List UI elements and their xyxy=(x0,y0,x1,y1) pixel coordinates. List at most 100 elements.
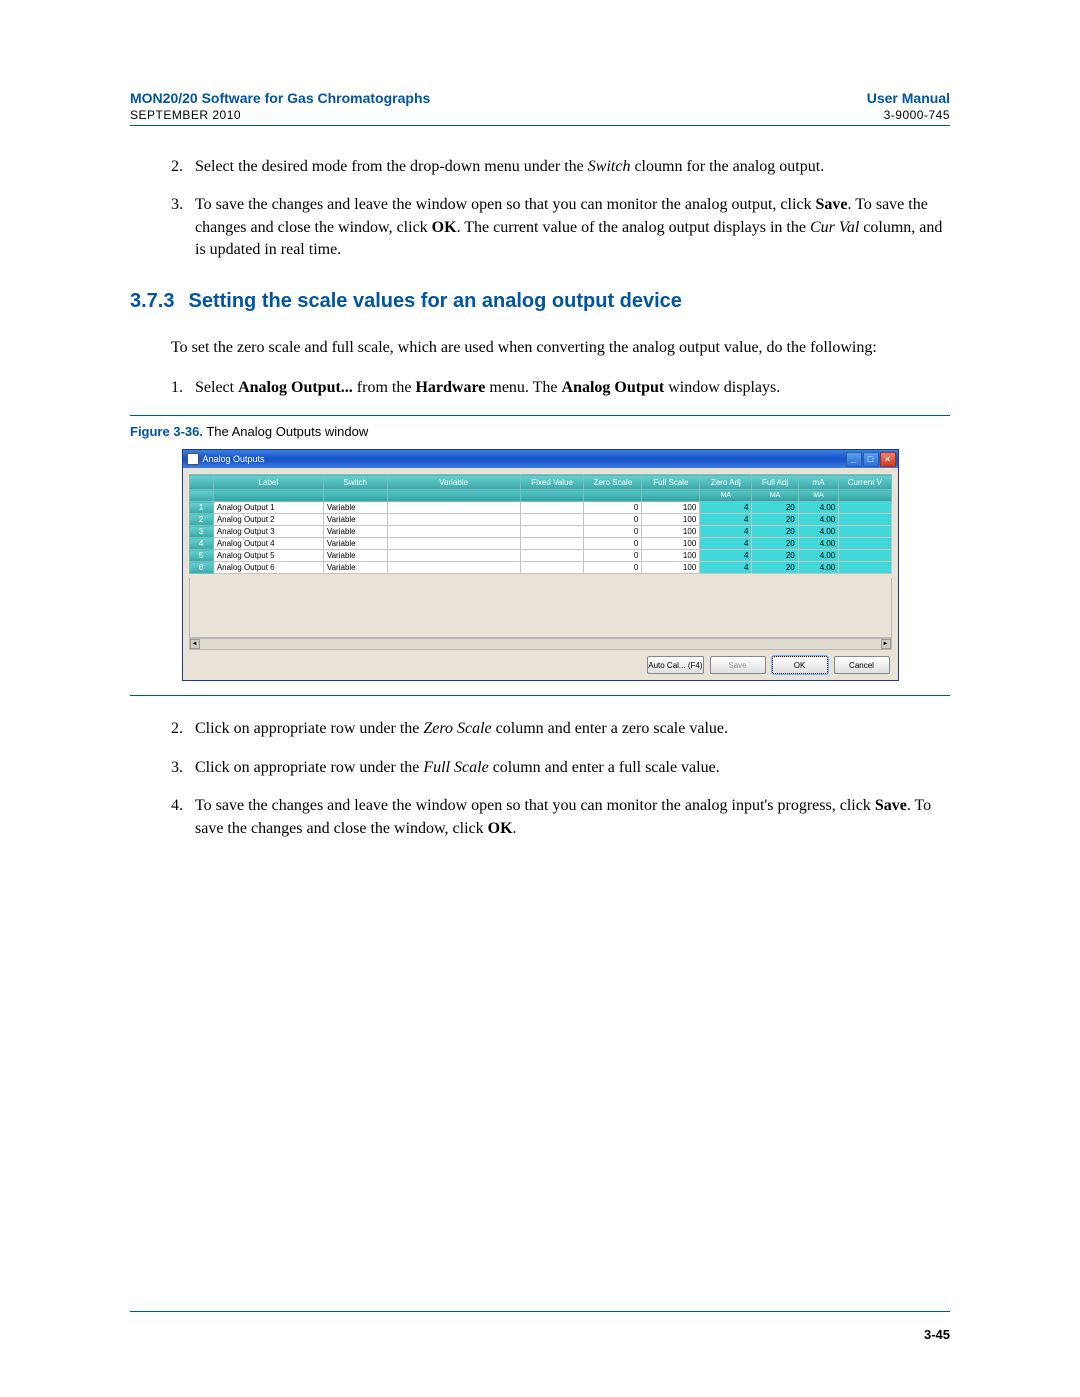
cell-ma[interactable]: 4.00 xyxy=(798,502,839,514)
cell-current[interactable] xyxy=(839,538,891,550)
col-ma[interactable]: mA xyxy=(798,475,839,490)
col-full-scale[interactable]: Full Scale xyxy=(642,475,700,490)
cell-switch[interactable]: Variable xyxy=(323,514,387,526)
section-intro: To set the zero scale and full scale, wh… xyxy=(171,337,950,359)
cell-switch[interactable]: Variable xyxy=(323,538,387,550)
maximize-icon[interactable]: □ xyxy=(863,452,879,467)
cell-zero-adj[interactable]: 4 xyxy=(700,562,752,574)
table-row[interactable]: 5Analog Output 5Variable 01004204.00 xyxy=(189,550,891,562)
close-icon[interactable]: × xyxy=(880,452,896,467)
cell-variable[interactable] xyxy=(387,550,520,562)
cancel-button[interactable]: Cancel xyxy=(834,656,890,674)
cell-zero-adj[interactable]: 4 xyxy=(700,526,752,538)
cell-fixed[interactable] xyxy=(520,502,584,514)
cell-full-scale[interactable]: 100 xyxy=(642,502,700,514)
cell-zero-scale[interactable]: 0 xyxy=(584,502,642,514)
cell-zero-adj[interactable]: 4 xyxy=(700,550,752,562)
cell-full-scale[interactable]: 100 xyxy=(642,562,700,574)
cell-zero-scale[interactable]: 0 xyxy=(584,538,642,550)
cell-fixed[interactable] xyxy=(520,526,584,538)
cell-current[interactable] xyxy=(839,550,891,562)
cell-zero-scale[interactable]: 0 xyxy=(584,562,642,574)
col-fixed-value[interactable]: Fixed Value xyxy=(520,475,584,490)
row-number[interactable]: 6 xyxy=(189,562,213,574)
cell-switch[interactable]: Variable xyxy=(323,502,387,514)
cell-ma[interactable]: 4.00 xyxy=(798,550,839,562)
cell-full-adj[interactable]: 20 xyxy=(752,514,798,526)
cell-fixed[interactable] xyxy=(520,514,584,526)
cell-label[interactable]: Analog Output 6 xyxy=(213,562,323,574)
cell-zero-adj[interactable]: 4 xyxy=(700,514,752,526)
cell-full-adj[interactable]: 20 xyxy=(752,562,798,574)
cell-variable[interactable] xyxy=(387,562,520,574)
window-titlebar[interactable]: Analog Outputs _ □ × xyxy=(183,450,898,468)
col-rownum[interactable] xyxy=(189,475,213,490)
cell-zero-adj[interactable]: 4 xyxy=(700,538,752,550)
scroll-left-icon[interactable]: ◄ xyxy=(190,639,200,649)
cell-full-scale[interactable]: 100 xyxy=(642,514,700,526)
table-row[interactable]: 1Analog Output 1Variable 01004204.00 xyxy=(189,502,891,514)
row-number[interactable]: 2 xyxy=(189,514,213,526)
col-switch[interactable]: Switch xyxy=(323,475,387,490)
cell-label[interactable]: Analog Output 4 xyxy=(213,538,323,550)
cell-variable[interactable] xyxy=(387,514,520,526)
cell-ma[interactable]: 4.00 xyxy=(798,514,839,526)
cell-switch[interactable]: Variable xyxy=(323,550,387,562)
cell-fixed[interactable] xyxy=(520,562,584,574)
analog-output-table[interactable]: Label Switch Variable Fixed Value Zero S… xyxy=(189,474,892,574)
cell-full-scale[interactable]: 100 xyxy=(642,526,700,538)
cell-zero-scale[interactable]: 0 xyxy=(584,514,642,526)
ok-button[interactable]: OK xyxy=(772,656,828,674)
cell-label[interactable]: Analog Output 5 xyxy=(213,550,323,562)
cell-current[interactable] xyxy=(839,562,891,574)
cell-label[interactable]: Analog Output 3 xyxy=(213,526,323,538)
cell-variable[interactable] xyxy=(387,502,520,514)
cell-full-adj[interactable]: 20 xyxy=(752,538,798,550)
cell-label[interactable]: Analog Output 1 xyxy=(213,502,323,514)
cell-variable[interactable] xyxy=(387,526,520,538)
col-label[interactable]: Label xyxy=(213,475,323,490)
col-zero-adj[interactable]: Zero Adj xyxy=(700,475,752,490)
cell-full-adj[interactable]: 20 xyxy=(752,502,798,514)
save-button[interactable]: Save xyxy=(710,656,766,674)
header-docnum: 3-9000-745 xyxy=(884,108,950,122)
cell-ma[interactable]: 4.00 xyxy=(798,538,839,550)
cell-zero-adj[interactable]: 4 xyxy=(700,502,752,514)
col-full-adj[interactable]: Full Adj xyxy=(752,475,798,490)
cell-full-adj[interactable]: 20 xyxy=(752,550,798,562)
minimize-icon[interactable]: _ xyxy=(846,452,862,467)
col-current-val[interactable]: Current V xyxy=(839,475,891,490)
auto-cal-button[interactable]: Auto Cal... (F4) xyxy=(647,656,703,674)
cell-full-adj[interactable]: 20 xyxy=(752,526,798,538)
row-number[interactable]: 4 xyxy=(189,538,213,550)
post-step-3: 3.Click on appropriate row under the Ful… xyxy=(195,757,950,779)
text: cloumn for the analog output. xyxy=(630,158,824,175)
col-zero-scale[interactable]: Zero Scale xyxy=(584,475,642,490)
cell-fixed[interactable] xyxy=(520,550,584,562)
table-row[interactable]: 3Analog Output 3Variable 01004204.00 xyxy=(189,526,891,538)
cell-current[interactable] xyxy=(839,526,891,538)
cell-fixed[interactable] xyxy=(520,538,584,550)
cell-full-scale[interactable]: 100 xyxy=(642,550,700,562)
cell-ma[interactable]: 4.00 xyxy=(798,526,839,538)
row-number[interactable]: 1 xyxy=(189,502,213,514)
row-number[interactable]: 3 xyxy=(189,526,213,538)
cell-switch[interactable]: Variable xyxy=(323,562,387,574)
cell-zero-scale[interactable]: 0 xyxy=(584,550,642,562)
cell-switch[interactable]: Variable xyxy=(323,526,387,538)
scroll-right-icon[interactable]: ► xyxy=(881,639,891,649)
window-sys-icon[interactable] xyxy=(187,453,199,465)
cell-zero-scale[interactable]: 0 xyxy=(584,526,642,538)
cell-full-scale[interactable]: 100 xyxy=(642,538,700,550)
table-row[interactable]: 6Analog Output 6Variable 01004204.00 xyxy=(189,562,891,574)
cell-ma[interactable]: 4.00 xyxy=(798,562,839,574)
cell-current[interactable] xyxy=(839,502,891,514)
cell-label[interactable]: Analog Output 2 xyxy=(213,514,323,526)
row-number[interactable]: 5 xyxy=(189,550,213,562)
cell-variable[interactable] xyxy=(387,538,520,550)
horizontal-scrollbar[interactable]: ◄ ► xyxy=(189,638,892,650)
col-variable[interactable]: Variable xyxy=(387,475,520,490)
cell-current[interactable] xyxy=(839,514,891,526)
table-row[interactable]: 2Analog Output 2Variable 01004204.00 xyxy=(189,514,891,526)
table-row[interactable]: 4Analog Output 4Variable01004204.00 xyxy=(189,538,891,550)
